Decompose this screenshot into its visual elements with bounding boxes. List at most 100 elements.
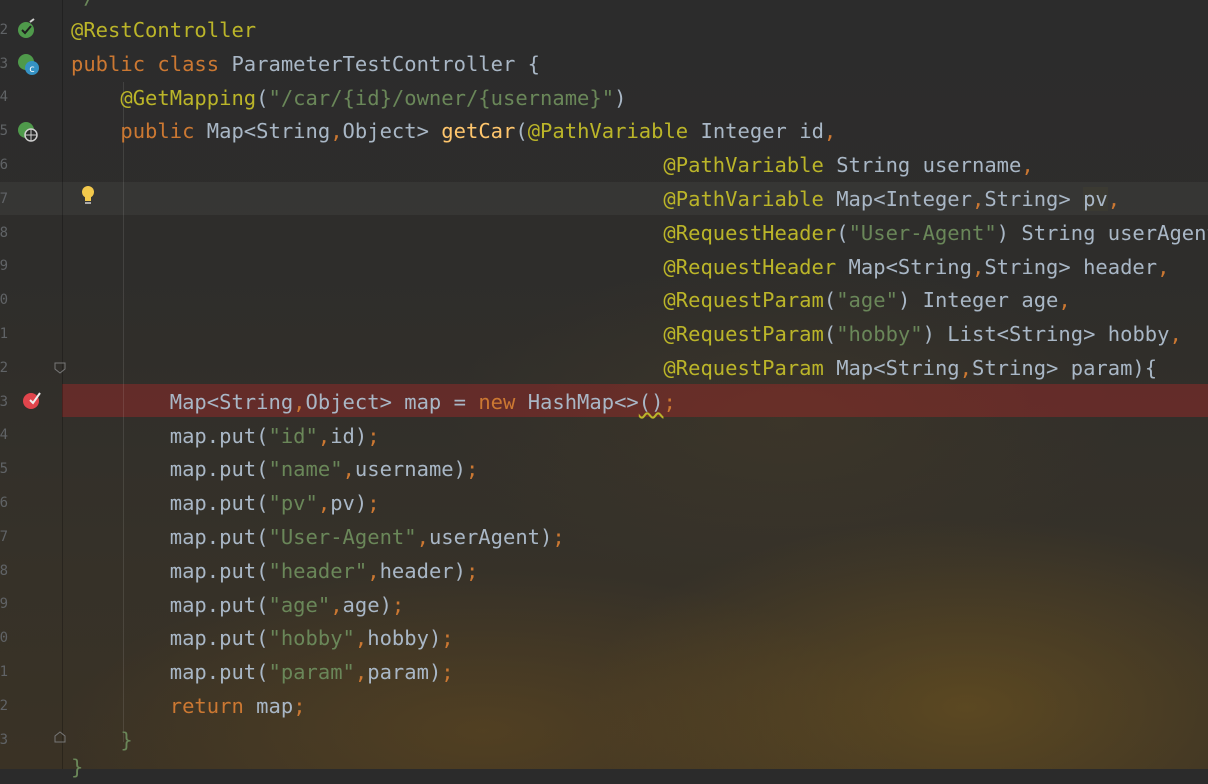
code-token: Object> map = [305,389,479,414]
code-line[interactable]: @RequestParam Map<String,String> param){ [71,352,1157,385]
code-line[interactable]: @RequestHeader("User-Agent") String user… [71,217,1208,250]
line-number: 1 [0,0,8,13]
bean-class-icon[interactable]: c [16,52,40,76]
code-token: String> param){ [971,356,1158,380]
code-token: "pv" [268,491,318,516]
code-token: @RequestParam [663,322,824,347]
code-line[interactable]: @RestController [71,14,256,47]
code-token: , [1157,254,1170,279]
code-token: ; [465,558,479,583]
code-token: ( [836,220,849,245]
line-number: 6 [0,495,8,511]
code-line[interactable]: Map<String,Object> map = new HashMap<>()… [71,386,676,419]
code-token: ; [465,457,479,482]
code-token: userAgent) [428,525,553,549]
line-number: 7 [0,190,8,207]
bean-check-icon[interactable] [16,18,38,40]
code-token: ( [515,119,528,144]
code-line[interactable]: map.put("name",username); [71,453,479,486]
code-token: String> header [984,254,1158,279]
code-line[interactable]: @GetMapping("/car/{id}/owner/{username}"… [71,82,626,115]
code-token: "age" [268,592,331,617]
code-token: map [256,694,294,718]
code-line[interactable]: @PathVariable String username, [71,149,1033,182]
code-token: , [416,525,429,549]
code-line[interactable]: map.put("age",age); [71,589,405,622]
code-line[interactable]: public class ParameterTestController { [71,48,540,81]
code-token: Map<String [823,356,960,380]
code-token: , [354,660,368,685]
line-number: 9 [0,596,8,613]
code-token: ) [614,85,627,110]
code-line[interactable]: map.put("id",id); [71,420,380,453]
fold-marker-icon[interactable] [54,731,66,743]
code-line[interactable]: map.put("hobby",hobby); [71,622,454,655]
code-line[interactable]: @RequestHeader Map<String,String> header… [71,251,1169,284]
code-line[interactable]: public Map<String,Object> getCar(@PathVa… [71,115,836,148]
code-token: ; [391,592,405,617]
line-number: 8 [0,224,8,241]
code-token: , [342,457,355,482]
code-token: Integer id [688,119,824,144]
code-token: pv) [330,491,368,516]
code-token: @PathVariable [663,187,824,211]
code-line[interactable]: map.put("pv",pv); [71,487,380,520]
code-editor[interactable]: c */ } @RestController public class Param… [0,0,1208,779]
code-line[interactable]: @RequestParam("age") Integer age, [71,284,1071,317]
code-token: new [478,389,528,414]
code-token: map.put( [71,558,269,583]
code-token: String> [984,187,1084,211]
code-token: @GetMapping [120,85,257,110]
code-line[interactable]: } [71,724,133,757]
line-number: 2 [0,359,8,376]
code-token: Map<String [836,254,972,279]
code-token: , [330,119,343,144]
code-token: "age" [836,288,898,313]
web-endpoint-icon[interactable] [16,120,40,144]
breakpoint-icon[interactable] [21,389,43,411]
code-token: , [1058,288,1071,313]
code-token: , [823,119,837,144]
code-token: ; [552,525,565,549]
code-token: id) [330,423,368,448]
line-number: 3 [0,55,8,72]
code-token: "id" [268,423,318,448]
code-line[interactable]: map.put("User-Agent",userAgent); [71,521,565,554]
code-token: , [1169,322,1182,347]
code-line[interactable]: @PathVariable Map<Integer,String> pv, [71,183,1120,216]
code-token: ; [293,694,306,718]
code-token: } [71,727,133,752]
code-token: ( [256,85,269,110]
code-token: @RestController [71,18,257,42]
code-token: , [317,423,331,448]
code-line[interactable]: return map; [71,690,306,723]
line-number: 1 [0,326,8,342]
code-token: , [293,389,306,414]
code-token: username) [354,457,466,482]
fold-marker-icon[interactable] [54,362,66,374]
code-token: "User-Agent" [848,220,997,245]
code-token: age) [342,592,392,617]
code-line[interactable]: map.put("param",param); [71,656,454,689]
code-token: map.put( [71,457,269,482]
code-token: public class [71,51,232,76]
code-line[interactable]: @RequestParam("hobby") List<String> hobb… [71,318,1182,351]
code-token: String username [823,153,1022,178]
code-token: ) List<String> hobby [922,322,1170,347]
code-line[interactable]: map.put("header",header); [71,555,479,588]
line-number: 2 [0,697,8,714]
svg-text:c: c [29,64,35,75]
code-token: ( [823,322,837,347]
code-token: @RequestHeader [663,220,837,245]
code-token: Map<String [71,389,294,414]
line-number: 2 [0,21,8,38]
code-token: , [971,187,985,211]
